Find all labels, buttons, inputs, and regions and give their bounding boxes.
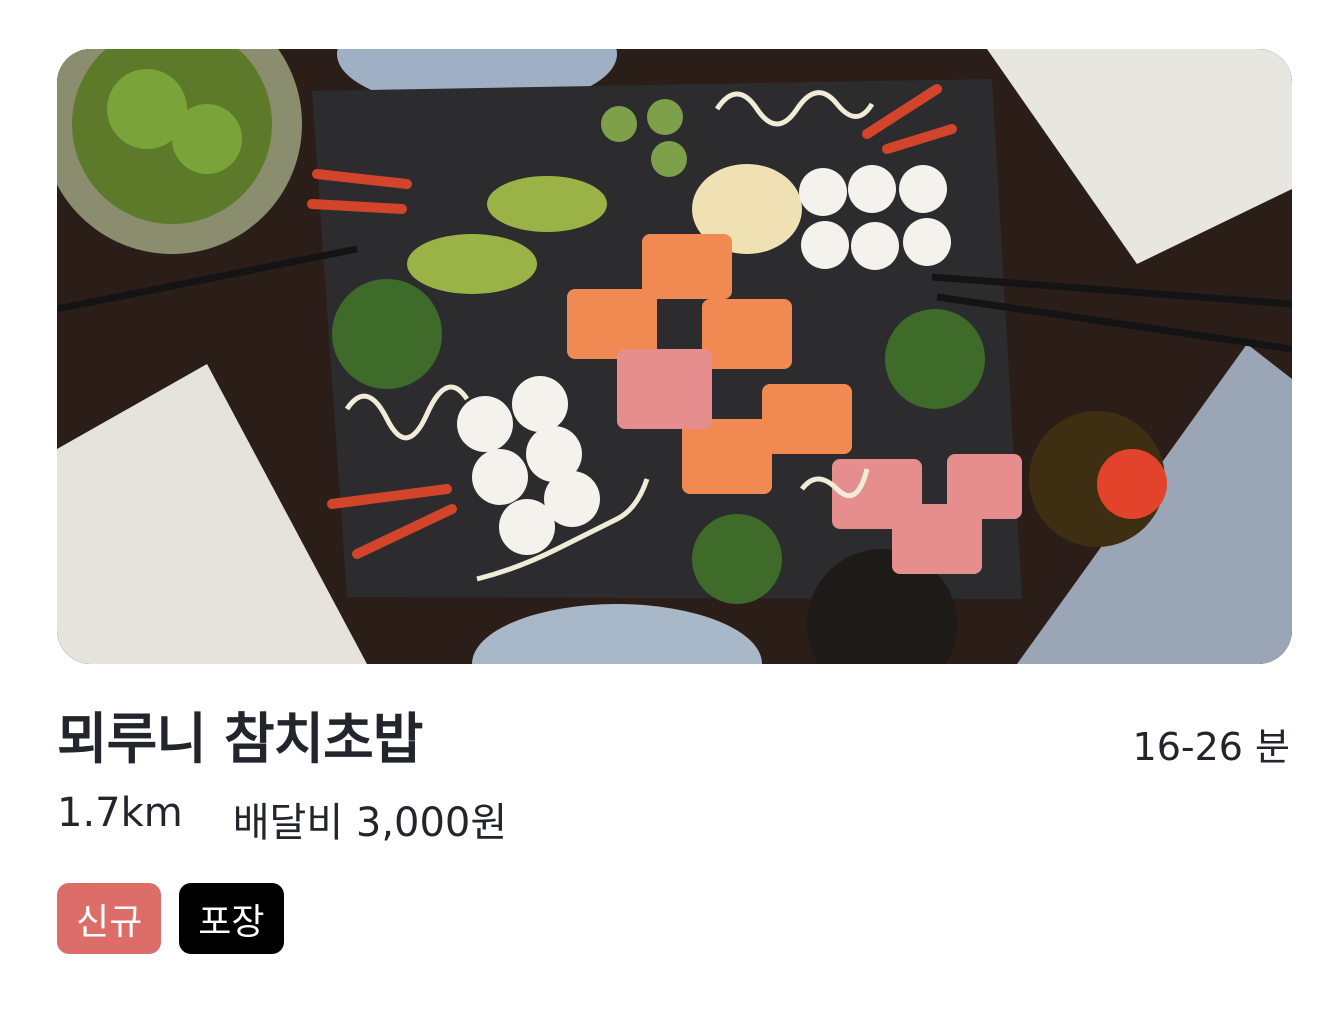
sushi-platter-image xyxy=(57,49,1292,664)
restaurant-meta: 1.7km 배달비 3,000원 xyxy=(57,790,507,848)
distance-text: 1.7km xyxy=(57,790,183,836)
delivery-time: 16-26 분 xyxy=(1132,725,1290,769)
new-badge: 신규 xyxy=(57,883,162,954)
restaurant-photo[interactable] xyxy=(57,49,1292,664)
badge-list: 신규 포장 xyxy=(57,883,284,954)
takeout-badge: 포장 xyxy=(179,883,284,954)
restaurant-name[interactable]: 뫼루니 참치초밥 xyxy=(57,694,423,774)
delivery-fee-text: 배달비 3,000원 xyxy=(232,800,508,846)
restaurant-card[interactable]: 뫼루니 참치초밥 16-26 분 1.7km 배달비 3,000원 신규 포장 xyxy=(0,0,1344,1024)
